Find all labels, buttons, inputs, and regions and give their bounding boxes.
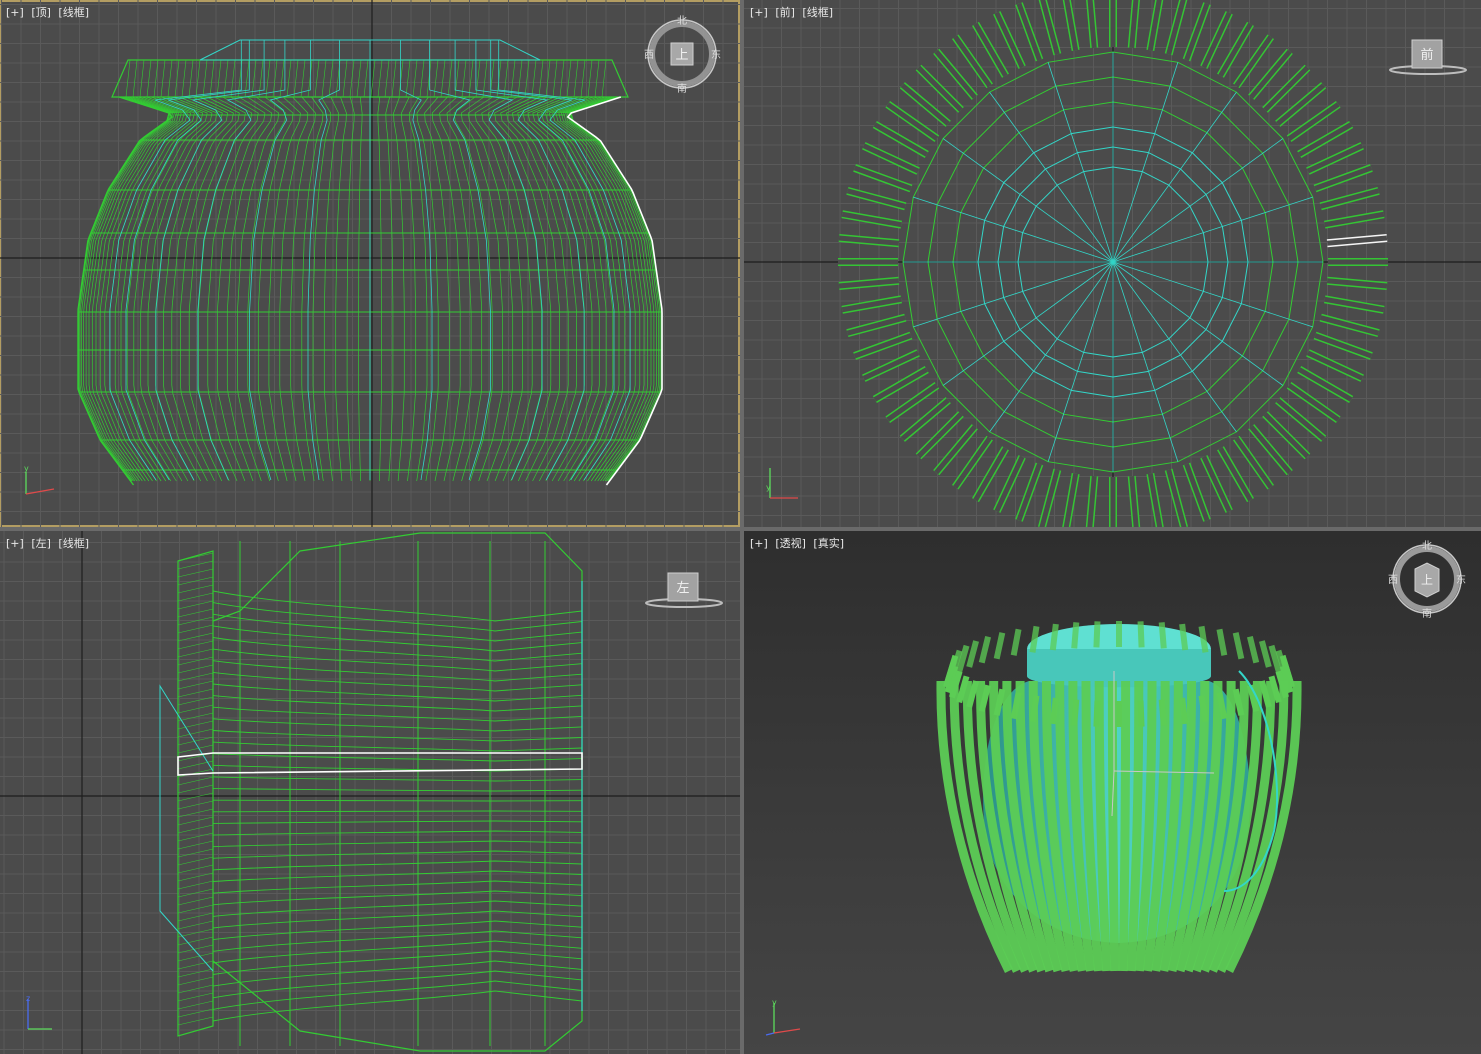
viewcube-icon[interactable]: 前	[1384, 34, 1474, 84]
axis-tripod-icon: y	[766, 468, 798, 499]
svg-text:西: 西	[644, 50, 654, 61]
viewcube-icon[interactable]: 左	[640, 567, 730, 617]
front-view-scene	[744, 0, 1481, 527]
left-view-scene	[0, 531, 740, 1054]
svg-text:东: 东	[711, 48, 721, 61]
svg-text:东: 东	[1456, 573, 1466, 586]
svg-text:上: 上	[675, 48, 688, 63]
vase-side-wireframe	[159, 532, 583, 1052]
svg-text:北: 北	[1422, 540, 1432, 552]
svg-text:上: 上	[1421, 573, 1433, 587]
viewport-left-plus-menu[interactable]: [+]	[6, 537, 24, 550]
viewport-perspective-label: [+] [透视] [真实]	[750, 535, 848, 551]
perspective-view-scene	[936, 621, 1302, 974]
viewport-perspective-view-menu[interactable]: [透视]	[775, 537, 806, 550]
svg-text:西: 西	[1388, 575, 1398, 586]
viewport-perspective-shading-menu[interactable]: [真实]	[813, 537, 844, 550]
svg-text:y: y	[766, 483, 771, 492]
viewport-top-shading-menu[interactable]: [线框]	[58, 6, 89, 19]
vase-radial-wireframe	[838, 0, 1388, 527]
svg-text:y: y	[772, 998, 777, 1007]
viewport-perspective[interactable]: [+] [透视] [真实] 上 北 南 东 西 y	[744, 531, 1481, 1054]
viewport-perspective-plus-menu[interactable]: [+]	[750, 537, 768, 550]
vase-shaded	[936, 621, 1302, 974]
viewport-top[interactable]: [+] [顶] [线框] 上 北 南 东 西 y	[0, 0, 740, 527]
viewport-front-shading-menu[interactable]: [线框]	[802, 6, 833, 19]
viewport-front-label: [+] [前] [线框]	[750, 4, 837, 20]
viewport-top-view-menu[interactable]: [顶]	[31, 6, 51, 19]
viewport-front-view-menu[interactable]: [前]	[775, 6, 795, 19]
viewport-front[interactable]: [+] [前] [线框] 前 y	[744, 0, 1481, 527]
axis-tripod-icon: y	[765, 998, 801, 1036]
viewport-left-label: [+] [左] [线框]	[6, 535, 93, 551]
viewport-top-plus-menu[interactable]: [+]	[6, 6, 24, 19]
vase-wireframe	[77, 39, 663, 486]
axis-tripod-icon: y	[24, 464, 55, 495]
viewport-top-label: [+] [顶] [线框]	[6, 4, 93, 20]
svg-text:左: 左	[676, 581, 689, 596]
viewport-front-plus-menu[interactable]: [+]	[750, 6, 768, 19]
svg-text:南: 南	[677, 82, 687, 95]
viewport-left[interactable]: [+] [左] [线框] 左 z	[0, 531, 740, 1054]
axis-tripod-icon: z	[26, 994, 52, 1030]
svg-text:y: y	[24, 464, 29, 473]
svg-text:南: 南	[1422, 607, 1432, 620]
viewport-left-view-menu[interactable]: [左]	[31, 537, 51, 550]
svg-text:前: 前	[1420, 47, 1433, 63]
top-view-scene	[0, 0, 740, 527]
svg-text:北: 北	[677, 15, 687, 27]
viewcube-icon[interactable]: 上 北 南 东 西	[642, 14, 722, 104]
viewcube-icon[interactable]: 上 北 南 东 西	[1387, 539, 1467, 629]
viewport-left-shading-menu[interactable]: [线框]	[58, 537, 89, 550]
svg-text:z: z	[26, 994, 30, 1003]
